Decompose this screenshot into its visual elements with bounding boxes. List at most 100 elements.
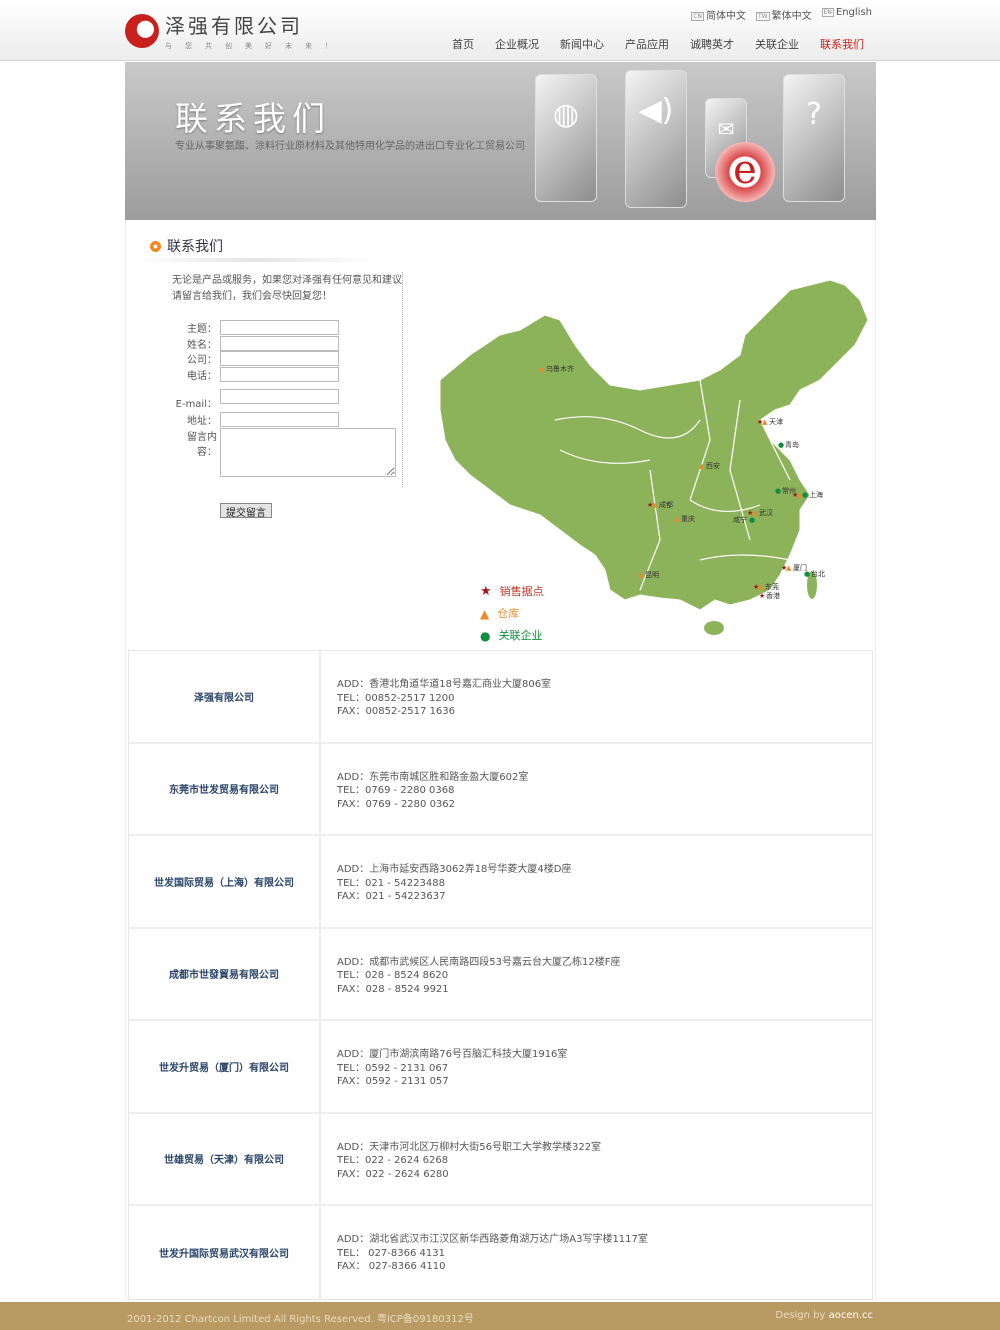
company-fax: FAX：00852-2517 1636 bbox=[337, 706, 456, 717]
design-link[interactable]: aocen.cc bbox=[829, 1310, 873, 1321]
city-label: 上海 bbox=[809, 490, 823, 499]
message-textarea[interactable] bbox=[220, 428, 396, 477]
lang-label: English bbox=[835, 7, 872, 18]
city-label: 东莞 bbox=[765, 582, 779, 591]
legend-label: 关联企业 bbox=[498, 629, 543, 642]
nav-contact[interactable]: 联系我们 bbox=[820, 36, 864, 52]
banner-title: 联系我们 bbox=[175, 99, 331, 138]
logo-mark-icon bbox=[125, 13, 159, 48]
dotted-divider bbox=[402, 272, 403, 487]
main-nav: 首页 企业概况 新闻中心 产品应用 诚聘英才 关联企业 联系我们 bbox=[452, 36, 864, 52]
legend-warehouse: ▲ 仓库 bbox=[480, 603, 544, 625]
city-label: 台北 bbox=[811, 569, 825, 578]
company-name: 世发国际贸易（上海）有限公司 bbox=[129, 836, 321, 927]
table-row: 世发升国际贸易武汉有限公司 ADD：湖北省武汉市江汉区新华西路菱角湖万达广场A3… bbox=[129, 1206, 872, 1299]
section-underline bbox=[135, 258, 375, 262]
email-input[interactable] bbox=[220, 389, 339, 404]
company-fax: FAX：022 - 2624 6280 bbox=[337, 1168, 449, 1180]
city-label: 成都 bbox=[659, 500, 673, 509]
nav-products[interactable]: 产品应用 bbox=[625, 36, 669, 52]
table-row: 世发升贸易（厦门）有限公司 ADD：厦门市湖滨南路76号百脑汇科技大厦1916室… bbox=[129, 1021, 872, 1114]
company-row: 公司： bbox=[170, 351, 339, 366]
city-marker: ● bbox=[749, 516, 755, 524]
address-row: 地址： bbox=[170, 412, 339, 427]
copyright: 2001-2012 Chartcon Limited All Rights Re… bbox=[127, 1314, 474, 1325]
city-marker: ● bbox=[802, 491, 808, 499]
map-legend: ★ 销售据点 ▲ 仓库 ● 关联企业 bbox=[480, 581, 544, 647]
company-name: 世发升国际贸易武汉有限公司 bbox=[129, 1206, 321, 1299]
company-fax: FAX：0769 - 2280 0362 bbox=[337, 798, 456, 810]
city-marker: ▲ bbox=[652, 501, 658, 509]
phone-input[interactable] bbox=[220, 367, 339, 382]
company-fax: FAX：0592 - 2131 057 bbox=[337, 1076, 449, 1087]
lang-label: 繁体中文 bbox=[771, 11, 812, 22]
form-intro: 无论是产品或服务，如果您对泽强有任何意见和建议请留言给我们，我们会尽快回复您！ bbox=[172, 275, 402, 302]
city-label: 西安 bbox=[706, 461, 720, 470]
company-address: ADD：湖北省武汉市江汉区新华西路菱角湖万达广场A3写字楼1117室 bbox=[337, 1234, 648, 1245]
table-row: 世雄贸易（天津）有限公司 ADD：天津市河北区万柳村大街56号职工大学教学楼32… bbox=[129, 1113, 872, 1206]
company-name: 成都市世發貿易有限公司 bbox=[129, 928, 321, 1019]
company-tel: TEL： 027-8366 4131 bbox=[337, 1247, 445, 1259]
section-title-text: 联系我们 bbox=[167, 239, 223, 255]
company-fax: FAX：021 - 54223637 bbox=[337, 891, 446, 902]
city-marker: ● bbox=[778, 441, 784, 449]
city-marker: ● bbox=[804, 570, 810, 578]
design-prefix: Design by bbox=[775, 1310, 829, 1321]
city-marker: ▲ bbox=[762, 418, 768, 426]
legend-affiliate: ● 关联企业 bbox=[480, 625, 544, 647]
nav-careers[interactable]: 诚聘英才 bbox=[690, 36, 734, 52]
company-tel: TEL：00852-2517 1200 bbox=[337, 692, 455, 704]
phone-label: 电话： bbox=[187, 371, 217, 382]
company-input[interactable] bbox=[220, 351, 339, 366]
logo[interactable]: 泽强有限公司 与您共创美好未来！ bbox=[125, 10, 345, 51]
company-address: ADD：上海市延安西路3062弄18号华菱大厦4楼D座 bbox=[337, 864, 572, 875]
globe-icon: ◍ bbox=[535, 74, 597, 202]
nav-about[interactable]: 企业概况 bbox=[495, 36, 539, 52]
en-flag-icon: EN bbox=[821, 8, 834, 17]
company-table: 泽强有限公司 ADD：香港北角道华道18号嘉汇商业大厦806室 TEL：00852… bbox=[128, 650, 873, 1300]
city-marker: ▲ bbox=[786, 564, 792, 572]
company-info: ADD：成都市武候区人民南路四段53号嘉云台大厦乙栋12楼F座 TEL：028 -… bbox=[321, 929, 620, 1020]
city-label: 昆明 bbox=[645, 571, 659, 579]
city-marker: ▲ bbox=[539, 365, 545, 373]
legend-label: 销售据点 bbox=[499, 585, 544, 598]
header: 泽强有限公司 与您共创美好未来！ CN 简体中文 TW 繁体中文 EN English… bbox=[0, 0, 1000, 61]
nav-news[interactable]: 新闻中心 bbox=[560, 36, 604, 52]
lang-simplified[interactable]: CN 简体中文 bbox=[691, 7, 746, 22]
company-info: ADD：东莞市南城区胜和路金盈大厦602室 TEL：0769 - 2280 036… bbox=[321, 744, 528, 835]
address-input[interactable] bbox=[220, 412, 339, 427]
company-label: 公司： bbox=[187, 355, 217, 366]
name-row: 姓名： bbox=[170, 336, 339, 351]
legend-label: 仓库 bbox=[497, 607, 520, 620]
city-marker: ▲ bbox=[699, 462, 705, 470]
cn-flag-icon: CN bbox=[691, 12, 704, 21]
city-marker: ▲ bbox=[674, 515, 680, 523]
company-info: ADD：湖北省武汉市江汉区新华西路菱角湖万达广场A3写字楼1117室 TEL： 0… bbox=[321, 1206, 648, 1299]
design-credit: Design by aocen.cc bbox=[775, 1310, 873, 1321]
message-label: 留言内容： bbox=[187, 432, 217, 458]
city-marker: ● bbox=[775, 487, 781, 495]
message-row: 留言内容： bbox=[170, 428, 396, 477]
section-title: 联系我们 bbox=[150, 236, 223, 256]
city-marker: ▲ bbox=[758, 583, 764, 591]
name-label: 姓名： bbox=[187, 340, 217, 351]
logo-slogan: 与您共创美好未来！ bbox=[165, 42, 345, 50]
speaker-icon: ◀) bbox=[625, 70, 687, 208]
subject-input[interactable] bbox=[220, 320, 339, 335]
company-tel: TEL：0592 - 2131 067 bbox=[337, 1062, 449, 1074]
lang-label: 简体中文 bbox=[706, 11, 746, 22]
legend-sales: ★ 销售据点 bbox=[480, 581, 544, 603]
name-input[interactable] bbox=[220, 336, 339, 351]
lang-english[interactable]: EN English bbox=[821, 7, 872, 22]
submit-button[interactable]: 提交留言 bbox=[220, 503, 272, 519]
nav-affiliates[interactable]: 关联企业 bbox=[755, 36, 799, 52]
subject-row: 主题： bbox=[170, 320, 339, 335]
city-label: 咸宁 bbox=[733, 515, 747, 524]
lang-traditional[interactable]: TW 繁体中文 bbox=[756, 7, 812, 22]
company-tel: TEL：021 - 54223488 bbox=[337, 877, 445, 889]
bullet-icon bbox=[150, 240, 161, 252]
nav-home[interactable]: 首页 bbox=[452, 36, 474, 52]
city-label: 重庆 bbox=[681, 514, 695, 523]
question-icon: ? bbox=[783, 74, 845, 202]
city-label: 天津 bbox=[769, 418, 783, 426]
